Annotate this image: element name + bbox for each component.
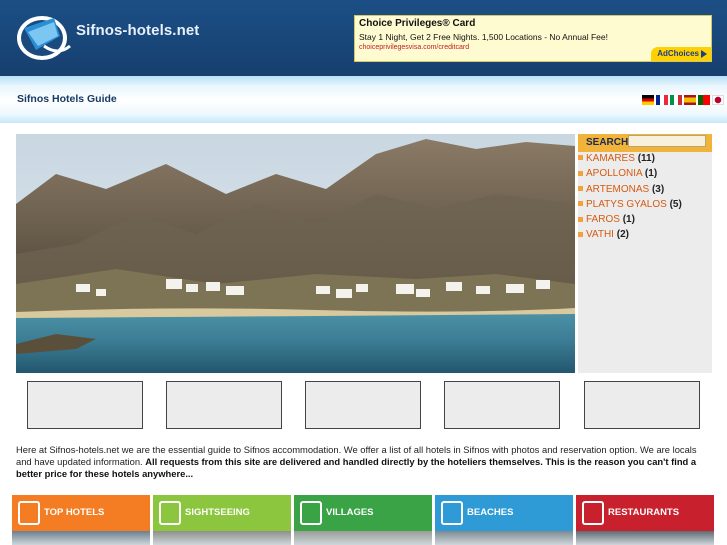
adchoices-button[interactable]: AdChoices [651,47,711,61]
village-item[interactable]: APOLLONIA (1) [578,168,682,183]
village-icon [300,501,322,525]
category-header[interactable]: BEACHES [435,495,573,531]
cutlery-icon [582,501,604,525]
category-header[interactable]: RESTAURANTS [576,495,714,531]
village-item[interactable]: ARTEMONAS (3) [578,184,682,199]
thumbnail-3[interactable] [305,381,421,429]
village-item[interactable]: VATHI (2) [578,229,682,244]
category-tile[interactable]: VILLAGES [294,495,432,545]
village-count: (3) [651,183,665,195]
site-name[interactable]: Sifnos-hotels.net [76,22,199,39]
category-header[interactable]: SIGHTSEEING [153,495,291,531]
village-name[interactable]: VATHI [586,229,614,240]
bullet-icon [578,231,583,237]
category-image[interactable] [294,531,432,545]
french-flag-icon[interactable] [656,95,668,105]
category-label[interactable]: SIGHTSEEING [185,507,250,518]
category-label[interactable]: BEACHES [467,507,513,518]
german-flag-icon[interactable] [642,95,654,105]
search-label: SEARCH [586,137,629,148]
advertisement[interactable]: Choice Privileges® Card Stay 1 Night, Ge… [354,15,712,62]
site-logo-icon[interactable] [14,10,74,64]
category-tile[interactable]: BEACHES [435,495,573,545]
bullet-icon [578,170,583,176]
category-header[interactable]: VILLAGES [294,495,432,531]
village-item[interactable]: KAMARES (11) [578,153,682,168]
camera-icon [159,501,181,525]
category-tile[interactable]: TOP HOTELS [12,495,150,545]
play-arrow-icon [701,49,707,58]
search-sidebar: SEARCH KAMARES (11) APOLLONIA (1) ARTEMONA… [578,134,712,373]
spanish-flag-icon[interactable] [684,95,696,105]
page-title: Sifnos Hotels Guide [17,93,117,105]
sifnos-harbor-photo [16,134,575,373]
thumbnail-1[interactable] [27,381,143,429]
language-selector [642,95,724,105]
ad-url[interactable]: choiceprivilegesvisa.com/creditcard [359,44,469,51]
category-label[interactable]: VILLAGES [326,507,374,518]
beach-umbrella-icon [441,501,463,525]
thumbnail-5[interactable] [584,381,700,429]
portuguese-flag-icon[interactable] [698,95,710,105]
bullet-icon [578,216,583,222]
category-label[interactable]: RESTAURANTS [608,507,679,518]
village-count: (2) [616,229,629,241]
village-list: KAMARES (11) APOLLONIA (1) ARTEMONAS (3) PL… [578,153,682,245]
village-name[interactable]: KAMARES [586,153,635,164]
page: Sifnos-hotels.net Choice Privileges® Car… [0,0,727,545]
village-name[interactable]: PLATYS GYALOS [586,199,667,210]
category-image[interactable] [153,531,291,545]
search-bar: SEARCH [578,134,712,152]
village-name[interactable]: ARTEMONAS [586,184,649,195]
bullet-icon [578,201,583,207]
japanese-flag-icon[interactable] [712,95,724,105]
adchoices-label: AdChoices [657,49,699,58]
ad-text[interactable]: Stay 1 Night, Get 2 Free Nights. 1,500 L… [359,32,608,42]
category-tile[interactable]: RESTAURANTS [576,495,714,545]
italian-flag-icon[interactable] [670,95,682,105]
ad-title[interactable]: Choice Privileges® Card [359,18,475,29]
bullet-icon [578,155,583,161]
village-name[interactable]: FAROS [586,214,620,225]
category-tile[interactable]: SIGHTSEEING [153,495,291,545]
intro-text: Here at Sifnos-hotels.net we are the ess… [16,444,714,481]
village-count: (11) [637,153,655,164]
category-image[interactable] [435,531,573,545]
hotel-icon [18,501,40,525]
category-label[interactable]: TOP HOTELS [44,507,104,518]
guide-bar: Sifnos Hotels Guide [0,76,727,123]
search-input[interactable] [628,135,706,147]
village-count: (1) [622,214,635,226]
bullet-icon [578,185,583,191]
thumbnail-2[interactable] [166,381,282,429]
village-item[interactable]: PLATYS GYALOS (5) [578,199,682,214]
category-image[interactable] [12,531,150,545]
category-image[interactable] [576,531,714,545]
village-count: (1) [644,168,658,180]
village-name[interactable]: APOLLONIA [586,168,642,179]
thumbnail-4[interactable] [444,381,560,429]
category-header[interactable]: TOP HOTELS [12,495,150,531]
site-header: Sifnos-hotels.net Choice Privileges® Car… [0,0,727,76]
village-count: (5) [669,198,682,210]
village-item[interactable]: FAROS (1) [578,214,682,229]
